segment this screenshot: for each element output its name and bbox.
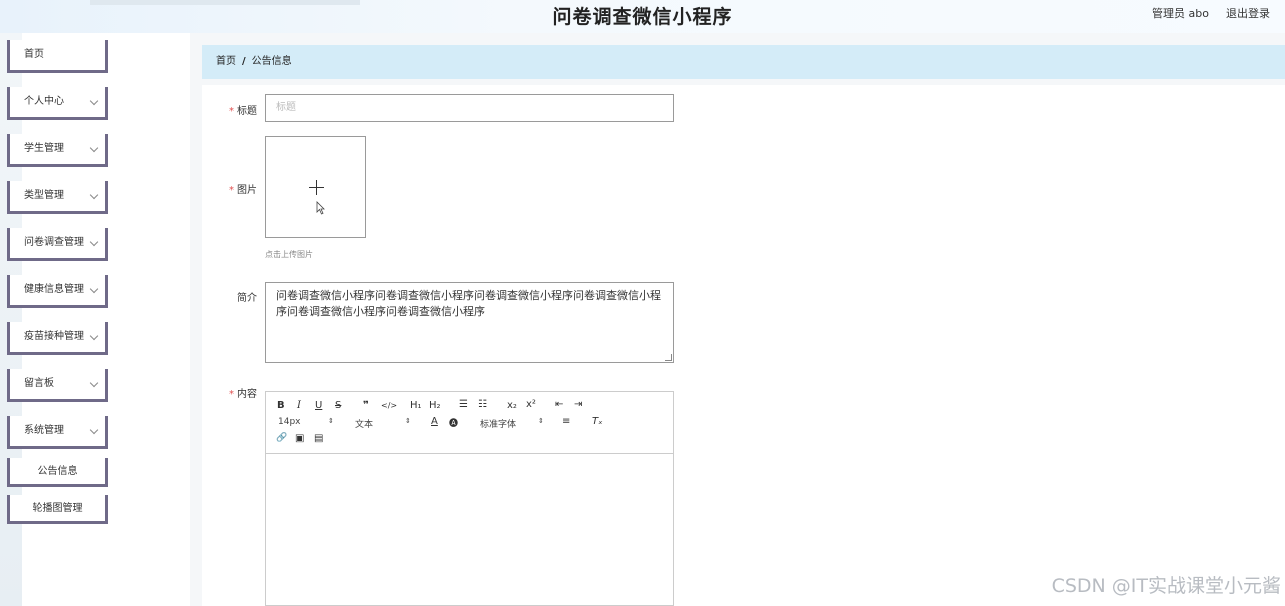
sidebar-subitem-label: 公告信息 — [37, 466, 78, 477]
sidebar-item-messages[interactable]: 留言板 — [7, 369, 108, 402]
h1-button[interactable]: H₁ — [410, 400, 422, 411]
title-label: * 标题 — [229, 106, 257, 117]
sidebar-item-label: 个人中心 — [24, 96, 64, 107]
sidebar-item-label: 健康信息管理 — [24, 284, 84, 295]
header-select[interactable]: 文本 ⇕ — [355, 417, 411, 430]
intro-label: 简介 — [237, 293, 257, 304]
align-icon[interactable]: ≡ — [562, 416, 570, 427]
sidebar-subitem-carousel[interactable]: 轮播图管理 — [7, 495, 108, 524]
required-mark: * — [229, 185, 234, 196]
content-label: * 内容 — [229, 389, 257, 400]
breadcrumb-separator: / — [242, 56, 246, 67]
sidebar-item-vaccination[interactable]: 疫苗接种管理 — [7, 322, 108, 355]
chevron-updown-icon: ⇕ — [328, 417, 334, 425]
chevron-down-icon — [89, 425, 99, 435]
logout-link[interactable]: 退出登录 — [1226, 5, 1270, 21]
font-family-select[interactable]: 标准字体 ⇕ — [480, 417, 544, 430]
chevron-down-icon — [89, 237, 99, 247]
clean-format-icon[interactable]: Tₓ — [592, 416, 603, 427]
sidebar-item-system[interactable]: 系统管理 — [7, 416, 108, 449]
chevron-down-icon — [89, 96, 99, 106]
app-title: 问卷调查微信小程序 — [552, 6, 733, 28]
sidebar-item-surveys[interactable]: 问卷调查管理 — [7, 228, 108, 261]
code-icon[interactable]: </> — [381, 401, 397, 410]
rich-text-editor[interactable]: B I U S ❞ </> H₁ H₂ ☰ ☷ x₂ x² ⇤ ⇥ 14px ⇕… — [265, 391, 674, 606]
image-label: * 图片 — [229, 185, 257, 196]
resize-handle[interactable] — [665, 354, 672, 361]
underline-button[interactable]: U — [315, 400, 322, 411]
image-icon[interactable]: ▣ — [295, 433, 304, 444]
user-info: 管理员 abo — [1152, 7, 1209, 20]
sidebar-item-label: 系统管理 — [24, 425, 64, 436]
sidebar-item-label: 疫苗接种管理 — [24, 331, 84, 342]
h2-button[interactable]: H₂ — [429, 400, 441, 411]
sidebar-item-label: 学生管理 — [24, 143, 64, 154]
chevron-down-icon — [89, 378, 99, 388]
required-mark: * — [229, 389, 234, 400]
chevron-down-icon — [89, 331, 99, 341]
sidebar-item-home[interactable]: 首页 — [7, 40, 108, 73]
chevron-down-icon — [89, 143, 99, 153]
quote-icon[interactable]: ❞ — [363, 400, 369, 411]
sidebar-item-label: 留言板 — [24, 378, 54, 389]
image-upload-button[interactable] — [265, 136, 366, 238]
breadcrumb: 首页 / 公告信息 — [202, 45, 1285, 79]
sidebar-item-types[interactable]: 类型管理 — [7, 181, 108, 214]
font-size-select[interactable]: 14px ⇕ — [278, 417, 334, 427]
sidebar-item-profile[interactable]: 个人中心 — [7, 87, 108, 120]
chevron-down-icon — [89, 284, 99, 294]
breadcrumb-home[interactable]: 首页 — [216, 56, 236, 67]
sidebar-item-health[interactable]: 健康信息管理 — [7, 275, 108, 308]
italic-button[interactable]: I — [297, 400, 301, 411]
indent-icon[interactable]: ⇥ — [574, 399, 582, 410]
font-color-icon[interactable]: A — [431, 416, 438, 427]
plus-icon-vertical — [316, 180, 317, 195]
intro-text: 问卷调查微信小程序问卷调查微信小程序问卷调查微信小程序问卷调查微信小程序问卷调查… — [276, 289, 661, 318]
bullet-list-icon[interactable]: ☷ — [478, 399, 487, 410]
sidebar-item-label: 类型管理 — [24, 190, 64, 201]
title-input[interactable]: 标题 — [265, 94, 674, 122]
watermark: CSDN @IT实战课堂小元酱 — [1051, 575, 1281, 597]
ordered-list-icon[interactable]: ☰ — [459, 399, 468, 410]
sidebar-subitem-label: 轮播图管理 — [32, 503, 83, 514]
sidebar-item-students[interactable]: 学生管理 — [7, 134, 108, 167]
link-icon[interactable]: 🔗 — [276, 433, 287, 443]
chevron-updown-icon: ⇕ — [405, 417, 411, 425]
upload-hint: 点击上传图片 — [265, 250, 313, 259]
sidebar-subitem-announcements[interactable]: 公告信息 — [7, 458, 108, 487]
video-icon[interactable]: ▤ — [314, 433, 323, 444]
subscript-button[interactable]: x₂ — [507, 400, 517, 411]
chevron-down-icon — [89, 190, 99, 200]
background-color-icon[interactable]: 🅐 — [449, 416, 458, 429]
strike-button[interactable]: S — [335, 400, 341, 411]
sidebar-item-label: 问卷调查管理 — [24, 237, 84, 248]
bold-button[interactable]: B — [277, 400, 285, 411]
intro-textarea[interactable]: 问卷调查微信小程序问卷调查微信小程序问卷调查微信小程序问卷调查微信小程序问卷调查… — [265, 282, 674, 363]
required-mark: * — [229, 106, 234, 117]
chevron-updown-icon: ⇕ — [538, 417, 544, 425]
editor-toolbar: B I U S ❞ </> H₁ H₂ ☰ ☷ x₂ x² ⇤ ⇥ 14px ⇕… — [266, 392, 673, 454]
sidebar-item-label: 首页 — [24, 49, 44, 60]
breadcrumb-current: 公告信息 — [251, 56, 292, 67]
outdent-icon[interactable]: ⇤ — [555, 399, 563, 410]
superscript-button[interactable]: x² — [526, 399, 536, 410]
mouse-cursor-icon — [316, 201, 325, 215]
